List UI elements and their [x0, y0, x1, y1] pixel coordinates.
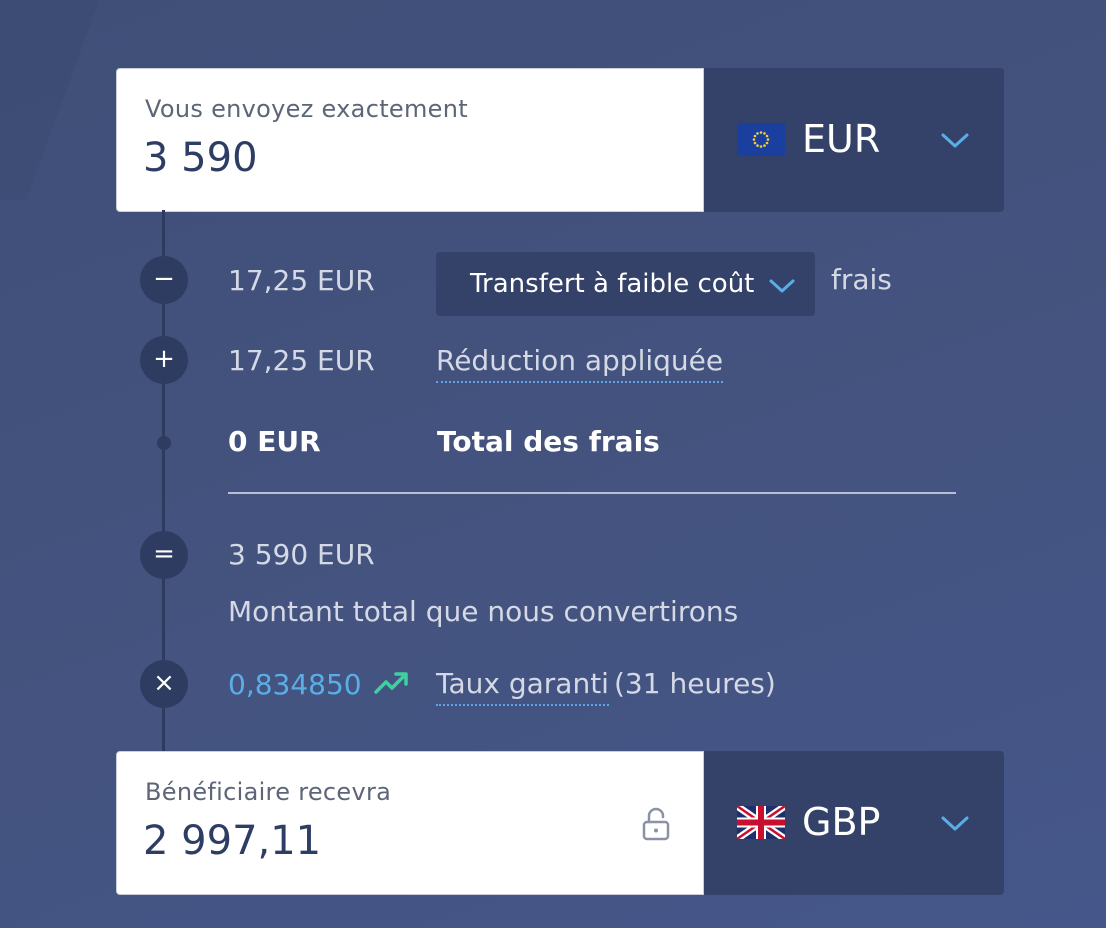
total-fees-label: Total des frais	[437, 425, 660, 458]
unlock-icon[interactable]	[641, 806, 671, 842]
receive-currency-code: GBP	[802, 800, 881, 844]
timeline-dot	[157, 436, 171, 450]
eu-flag-icon	[737, 123, 785, 156]
send-amount-label: Vous envoyez exactement	[145, 95, 468, 123]
discount-applied-link[interactable]: Réduction appliquée	[436, 344, 724, 383]
receive-amount-label: Bénéficiaire recevra	[145, 778, 392, 806]
rate-duration: (31 heures)	[614, 667, 776, 700]
receive-amount-box[interactable]: Bénéficiaire recevra	[116, 751, 704, 895]
receive-amount-card: Bénéficiaire recevra GBP	[116, 751, 1004, 895]
equals-icon: =	[140, 531, 188, 579]
converted-label: Montant total que nous convertirons	[228, 595, 739, 628]
times-icon: ×	[140, 660, 188, 708]
guaranteed-rate-link[interactable]: Taux garanti	[436, 667, 609, 706]
chevron-down-icon	[941, 133, 969, 148]
divider	[228, 492, 956, 494]
receive-currency-select[interactable]: GBP	[704, 751, 1004, 895]
uk-flag-icon	[737, 806, 785, 839]
discount-amount: 17,25 EUR	[228, 344, 375, 377]
chevron-down-icon	[941, 816, 969, 831]
exchange-rate: 0,834850	[228, 668, 362, 701]
fee-type-select[interactable]: Transfert à faible coût	[436, 252, 815, 316]
minus-icon: −	[140, 256, 188, 304]
fee-amount: 17,25 EUR	[228, 264, 375, 297]
fee-type-label: Transfert à faible coût	[470, 269, 755, 299]
send-amount-input[interactable]	[143, 135, 583, 181]
total-fees-amount: 0 EUR	[228, 425, 321, 458]
fee-suffix: frais	[831, 263, 892, 296]
send-amount-box[interactable]: Vous envoyez exactement	[116, 68, 704, 212]
send-currency-code: EUR	[802, 117, 881, 161]
trending-up-icon	[374, 672, 408, 694]
send-amount-card: Vous envoyez exactement EUR	[116, 68, 1004, 212]
converted-amount: 3 590 EUR	[228, 538, 375, 571]
plus-icon: +	[140, 336, 188, 384]
receive-amount-input[interactable]	[143, 818, 583, 864]
send-currency-select[interactable]: EUR	[704, 68, 1004, 212]
background-shape	[0, 0, 114, 200]
chevron-down-icon	[769, 279, 795, 293]
